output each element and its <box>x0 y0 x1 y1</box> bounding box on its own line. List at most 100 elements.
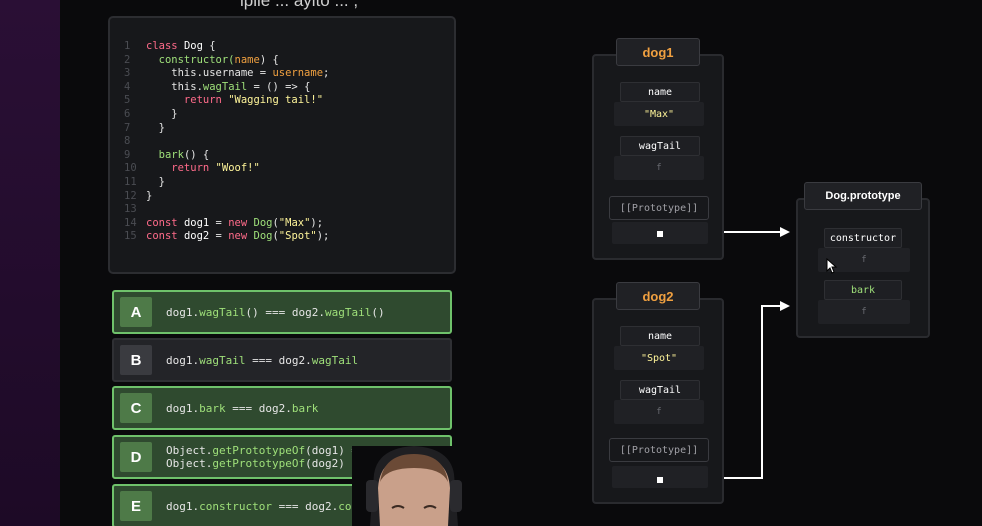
option-code: dog1.bark === dog2.bark <box>166 388 318 428</box>
option-b[interactable]: Bdog1.wagTail === dog2.wagTail <box>112 338 452 382</box>
option-letter: E <box>120 491 152 521</box>
code-token: (dog2) <box>305 457 345 470</box>
dog1-name-value: "Max" <box>614 102 704 126</box>
dog-prototype-header: Dog.prototype <box>804 182 922 210</box>
code-token: ; <box>323 67 330 80</box>
code-lines: 1 class Dog {2 constructor(name) {3 this.… <box>124 40 329 244</box>
code-line: 7 } <box>124 122 329 136</box>
dog1-prototype-label: [[Prototype]] <box>609 196 709 220</box>
line-number: 9 <box>124 148 131 161</box>
line-number: 3 <box>124 67 131 80</box>
code-token: username <box>202 67 254 80</box>
code-line: 15 const dog2 = new Dog("Spot"); <box>124 230 329 244</box>
code-line: 2 constructor(name) { <box>124 54 329 68</box>
line-number: 11 <box>124 175 137 188</box>
code-token: wagTail <box>199 353 246 367</box>
code-token: getPrototypeOf <box>212 457 306 470</box>
code-token: "Wagging tail!" <box>228 94 324 107</box>
code-token: Object. <box>166 457 213 470</box>
line-number: 12 <box>124 189 137 202</box>
option-code: dog1.wagTail() === dog2.wagTail() <box>166 292 385 332</box>
code-token: dog1. <box>166 353 200 367</box>
code-line: 13 <box>124 203 329 217</box>
proto-constructor-label: constructor <box>824 228 902 248</box>
code-token: constructor( <box>146 53 235 66</box>
code-token: dog2 <box>183 230 210 243</box>
code-token: dog1. <box>166 499 200 513</box>
dog1-name-prop: name "Max" <box>614 82 704 126</box>
option-a[interactable]: Adog1.wagTail() === dog2.wagTail() <box>112 290 452 334</box>
code-token: = <box>209 216 229 229</box>
code-token: === dog2. <box>271 499 339 513</box>
code-token: = <box>253 67 273 80</box>
code-token: Dog <box>183 40 203 52</box>
code-token: } <box>146 189 153 202</box>
line-number: 8 <box>124 135 131 148</box>
option-letter: C <box>120 393 152 423</box>
dog2-wagtail-prop: wagTail f <box>614 380 704 424</box>
code-token: wagTail <box>202 80 248 93</box>
code-token: ); <box>310 216 324 229</box>
option-letter: A <box>120 297 152 327</box>
code-line: 12} <box>124 190 329 204</box>
code-token: return <box>146 94 229 107</box>
code-line: 10 return "Woof!" <box>124 162 329 176</box>
code-token: bark <box>199 401 226 415</box>
dog1-proto-arrowhead-icon <box>780 227 790 237</box>
line-number: 5 <box>124 94 131 107</box>
code-token: bark <box>291 401 319 415</box>
code-token: === dog2. <box>225 401 292 415</box>
line-number: 2 <box>124 53 131 66</box>
code-token: wagTail <box>199 305 246 319</box>
dog2-prototype-pointer-dot <box>657 477 663 483</box>
proto-bark-prop: bark f <box>818 280 910 324</box>
code-line: 1 class Dog { <box>124 40 329 54</box>
proto-bark-value: f <box>818 300 910 324</box>
code-line: 5 return "Wagging tail!" <box>124 94 329 108</box>
line-number: 1 <box>124 40 131 52</box>
dog2-wagtail-label: wagTail <box>620 380 700 400</box>
code-token: co <box>338 499 352 513</box>
dog2-name-label: name <box>620 326 700 346</box>
code-token: = () => { <box>247 80 311 93</box>
code-token: () { <box>183 148 210 161</box>
code-token: "Woof!" <box>215 162 260 175</box>
dog2-wagtail-value: f <box>614 400 704 424</box>
code-token: dog1. <box>166 305 200 319</box>
code-line: 3 this.username = username; <box>124 67 329 81</box>
option-code: dog1.wagTail === dog2.wagTail <box>166 340 358 380</box>
mouse-pointer-icon <box>826 258 838 274</box>
code-token: } <box>146 107 178 120</box>
line-number: 14 <box>124 216 137 229</box>
code-token: ); <box>316 230 330 243</box>
code-line: 11 } <box>124 176 329 190</box>
dog1-wagtail-label: wagTail <box>620 136 700 156</box>
dog1-object: name "Max" wagTail f [[Prototype]] <box>592 54 724 260</box>
dog2-prototype-label: [[Prototype]] <box>609 438 709 462</box>
sidebar-strip <box>0 0 60 526</box>
option-code-line: dog1.wagTail() === dog2.wagTail() <box>166 306 385 319</box>
code-token: "Spot" <box>278 230 317 243</box>
code-token: = <box>209 230 229 243</box>
option-code-line: dog1.wagTail === dog2.wagTail <box>166 354 358 367</box>
code-token: getPrototypeOf <box>212 444 306 457</box>
dog1-name-label: name <box>620 82 700 102</box>
option-c[interactable]: Cdog1.bark === dog2.bark <box>112 386 452 430</box>
line-number: 4 <box>124 80 131 93</box>
line-number: 13 <box>124 203 137 216</box>
code-token: dog1 <box>183 216 210 229</box>
code-token: } <box>146 175 165 188</box>
line-number: 10 <box>124 162 137 175</box>
dog1-header: dog1 <box>616 38 700 66</box>
code-token: new <box>228 216 254 229</box>
option-code-line: dog1.bark === dog2.bark <box>166 402 318 415</box>
code-token: dog1. <box>166 401 200 415</box>
dog2-proto-arrowhead-icon <box>780 301 790 311</box>
code-token: return <box>146 162 216 175</box>
webcam-overlay <box>352 446 476 526</box>
code-token: class <box>146 40 184 52</box>
code-token: () === dog2. <box>245 305 325 319</box>
dog-prototype-object: constructor f bark f <box>796 198 930 338</box>
dog1-wagtail-prop: wagTail f <box>614 136 704 180</box>
option-letter: B <box>120 345 152 375</box>
